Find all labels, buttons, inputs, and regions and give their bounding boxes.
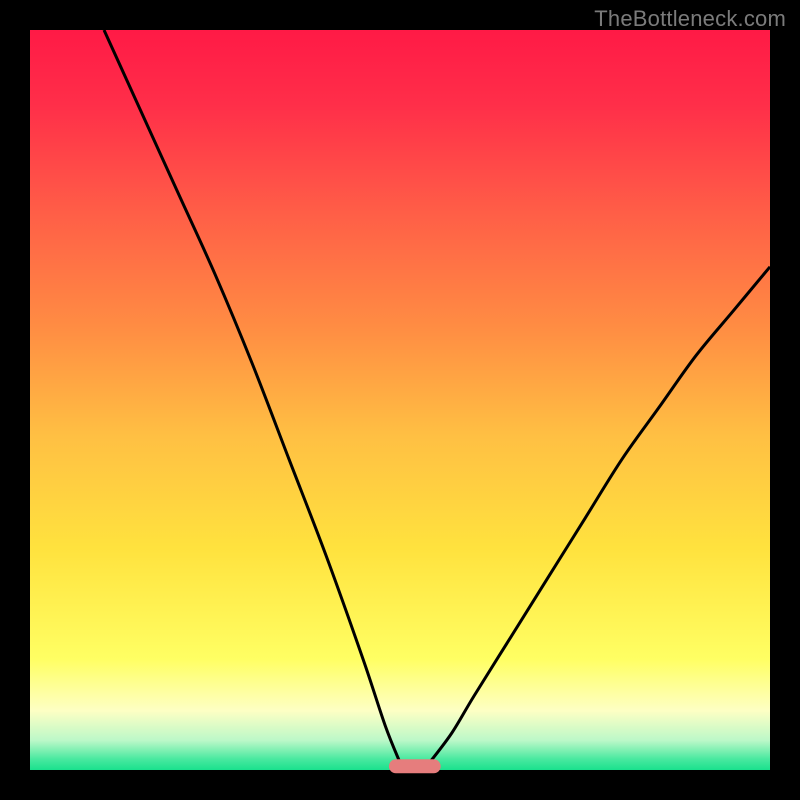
- chart-container: TheBottleneck.com: [0, 0, 800, 800]
- bottleneck-chart: [0, 0, 800, 800]
- plot-area: [30, 30, 770, 770]
- watermark-text: TheBottleneck.com: [594, 6, 786, 32]
- optimal-marker: [389, 759, 441, 773]
